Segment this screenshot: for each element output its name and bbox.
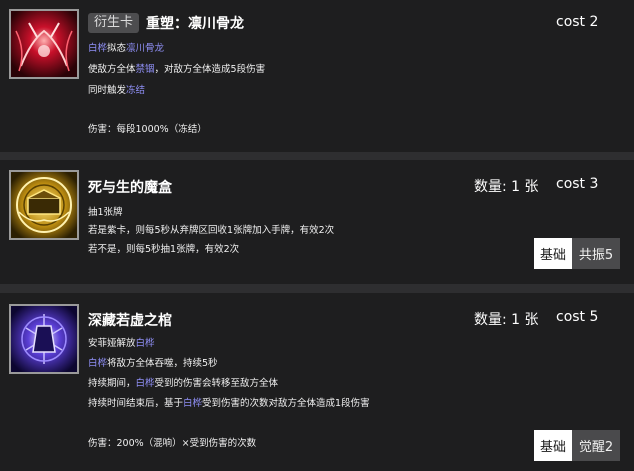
desc-line: 若是紫卡，则每5秒从弃牌区回收1张牌加入手牌，有效2次 bbox=[88, 222, 334, 236]
basic-tab[interactable]: 基础 bbox=[534, 238, 572, 269]
desc-text: 受到的伤害会转移至敌方全体 bbox=[154, 378, 279, 389]
desc-line: 白桦拟态凛川骨龙 bbox=[88, 40, 164, 54]
highlight-keyword: 白桦 bbox=[183, 398, 203, 409]
desc-text: 持续时间结束后，基于 bbox=[88, 398, 184, 409]
section-divider bbox=[0, 152, 634, 160]
highlight-keyword: 禁锢 bbox=[135, 64, 155, 75]
highlight-keyword: 白桦 bbox=[135, 378, 155, 389]
highlight-keyword: 凛川骨龙 bbox=[126, 43, 165, 54]
card-cost: cost 3 bbox=[556, 176, 599, 192]
skill-card-2: 死与生的魔盒 数量: 1 张 cost 3 抽1张牌 若是紫卡，则每5秒从弃牌区… bbox=[0, 160, 634, 284]
card-mode-toggle: 基础 共振5 bbox=[534, 238, 620, 269]
desc-line: 安菲娅解放白桦 bbox=[88, 335, 155, 349]
highlight-keyword: 冻结 bbox=[126, 85, 146, 96]
desc-line: 若不是，则每5秒抽1张牌，有效2次 bbox=[88, 241, 239, 255]
desc-text: 抽1张牌 bbox=[88, 207, 123, 218]
resonance-tab[interactable]: 共振5 bbox=[572, 238, 620, 269]
card-title: 重塑：凛川骨龙 bbox=[146, 16, 245, 32]
card-art-magic-box bbox=[9, 170, 79, 240]
desc-line: 抽1张牌 bbox=[88, 204, 123, 218]
skill-card-3: 深藏若虚之棺 数量: 1 张 cost 5 安菲娅解放白桦 白桦将敌方全体吞噬，… bbox=[0, 293, 634, 471]
card-title: 死与生的魔盒 bbox=[88, 180, 172, 196]
desc-text: 受到伤害的次数对敌方全体造成1段伤害 bbox=[202, 398, 370, 409]
desc-line: 同时触发冻结 bbox=[88, 82, 145, 96]
card-art-bone-dragon bbox=[9, 9, 79, 79]
basic-tab[interactable]: 基础 bbox=[534, 430, 572, 461]
desc-text: 伤害：每段1000%（冻结） bbox=[88, 124, 207, 135]
card-cost: cost 2 bbox=[556, 14, 599, 30]
desc-text: 持续期间， bbox=[88, 378, 136, 389]
desc-text: ，对敌方全体造成5段伤害 bbox=[154, 64, 266, 75]
desc-text: 同时触发 bbox=[88, 85, 127, 96]
desc-text: 若是紫卡，则每5秒从弃牌区回收1张牌加入手牌，有效2次 bbox=[88, 225, 335, 236]
card-count: 数量: 1 张 bbox=[474, 312, 539, 328]
skill-card-1: 衍生卡 重塑：凛川骨龙 cost 2 白桦拟态凛川骨龙 使敌方全体禁锢，对敌方全… bbox=[0, 0, 634, 152]
highlight-keyword: 白桦 bbox=[88, 43, 108, 54]
awaken-tab[interactable]: 觉醒2 bbox=[572, 430, 620, 461]
highlight-keyword: 白桦 bbox=[88, 358, 108, 369]
card-count: 数量: 1 张 bbox=[474, 179, 539, 195]
desc-text: 若不是，则每5秒抽1张牌，有效2次 bbox=[88, 244, 240, 255]
card-art-coffin bbox=[9, 304, 79, 374]
desc-text: 拟态 bbox=[107, 43, 127, 54]
desc-text: 伤害：200%（混响）×受到伤害的次数 bbox=[88, 438, 257, 449]
desc-text: 将敌方全体吞噬，持续5秒 bbox=[107, 358, 218, 369]
derived-card-tag: 衍生卡 bbox=[88, 13, 140, 33]
highlight-keyword: 白桦 bbox=[135, 338, 155, 349]
card-mode-toggle: 基础 觉醒2 bbox=[534, 430, 620, 461]
desc-line: 持续期间，白桦受到的伤害会转移至敌方全体 bbox=[88, 375, 278, 389]
damage-line: 伤害：每段1000%（冻结） bbox=[88, 121, 207, 135]
card-title: 深藏若虚之棺 bbox=[88, 313, 172, 329]
section-divider bbox=[0, 284, 634, 293]
desc-line: 白桦将敌方全体吞噬，持续5秒 bbox=[88, 355, 218, 369]
desc-line: 持续时间结束后，基于白桦受到伤害的次数对敌方全体造成1段伤害 bbox=[88, 395, 370, 409]
card-cost: cost 5 bbox=[556, 309, 599, 325]
desc-text: 使敌方全体 bbox=[88, 64, 136, 75]
desc-text: 安菲娅解放 bbox=[88, 338, 136, 349]
desc-line: 使敌方全体禁锢，对敌方全体造成5段伤害 bbox=[88, 61, 265, 75]
damage-line: 伤害：200%（混响）×受到伤害的次数 bbox=[88, 435, 256, 449]
